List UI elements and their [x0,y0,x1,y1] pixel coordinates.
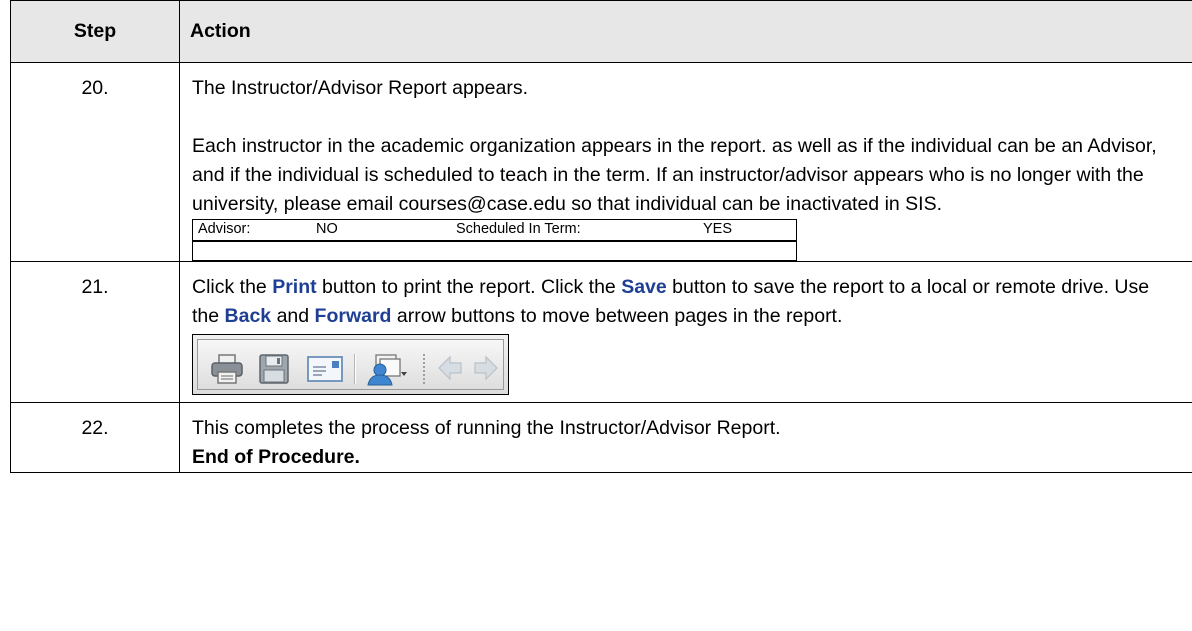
scheduled-value: YES [703,221,733,237]
print-icon[interactable] [210,353,244,385]
action-header: Action [179,0,1192,63]
scheduled-label: Scheduled In Term: [456,221,581,237]
action-text: Click the Print button to print the repo… [192,276,1150,327]
forward-keyword: Forward [314,305,392,327]
step-number: 21. [10,261,180,403]
report-snippet: Advisor: NO Scheduled In Term: YES [192,219,797,261]
step-number: 22. [10,402,180,473]
header-row: Step Action [10,0,1192,63]
advisor-value: NO [316,221,338,237]
save-icon[interactable] [258,353,290,385]
action-text: Each instructor in the academic organiza… [192,135,1157,215]
back-keyword: Back [224,305,272,327]
step-action: Click the Print button to print the repo… [179,261,1192,403]
table-row: 20. The Instructor/Advisor Report appear… [10,62,1192,262]
step-number: 20. [10,62,180,262]
report-toolbar [192,334,509,395]
forward-arrow-icon[interactable] [472,353,500,383]
user-dropdown-icon[interactable] [366,353,408,387]
email-icon[interactable] [306,353,344,385]
action-text: This completes the process of running th… [192,417,781,439]
step-action: The Instructor/Advisor Report appears. E… [179,62,1192,262]
advisor-label: Advisor: [198,221,251,237]
action-text: The Instructor/Advisor Report appears. [192,77,528,99]
table-row: 21. Click the Print button to print the … [10,261,1192,403]
step-action: This completes the process of running th… [179,402,1192,473]
step-header: Step [10,0,180,63]
save-keyword: Save [621,276,667,298]
end-of-procedure: End of Procedure. [192,446,360,468]
print-keyword: Print [272,276,317,298]
procedure-table: Step Action 20. The Instructor/Advisor R… [10,0,1192,473]
table-row: 22. This completes the process of runnin… [10,402,1192,473]
back-arrow-icon[interactable] [436,353,464,383]
